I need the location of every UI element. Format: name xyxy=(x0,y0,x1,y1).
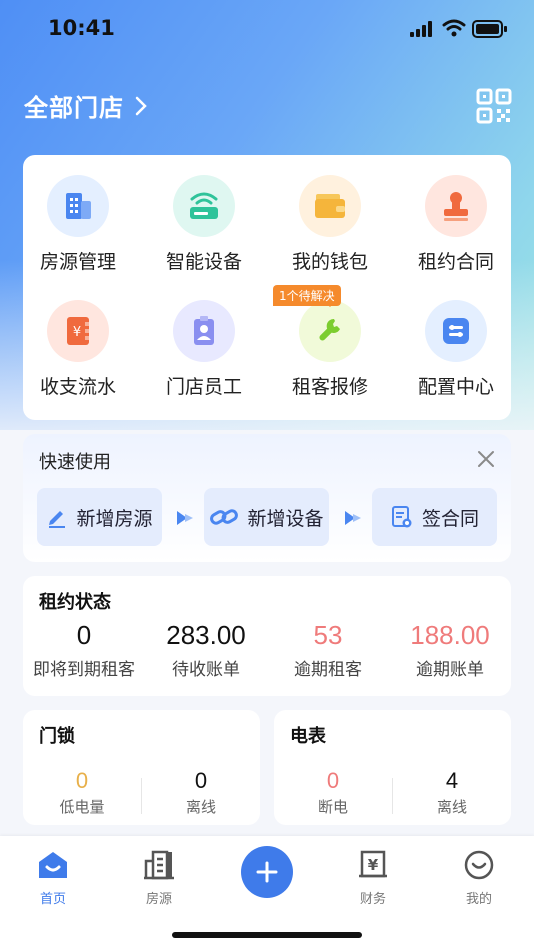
mini-value: 0 xyxy=(75,768,89,793)
badge-icon xyxy=(173,300,235,362)
svg-text:¥: ¥ xyxy=(73,325,81,340)
lease-status-title: 租约状态 xyxy=(39,592,111,613)
electric-meter-card[interactable]: 电表 0 断电 4 离线 xyxy=(274,710,511,825)
stat-label: 即将到期租客 xyxy=(33,660,135,680)
grid-item-lease-contract[interactable]: 租约合同 xyxy=(401,175,511,274)
wifi-icon xyxy=(442,19,466,37)
add-device-button[interactable]: 新增设备 xyxy=(204,488,329,546)
function-grid: 房源管理 智能设备 我的钱包 租约合同 ¥ 收支流水 门店员工 租客报修 配置中… xyxy=(23,155,511,420)
tab-finance[interactable]: ¥ 财务 xyxy=(328,848,418,907)
plus-icon xyxy=(256,861,278,883)
stat-label: 待收账单 xyxy=(172,660,240,680)
home-indicator xyxy=(172,932,362,938)
meter-power-off[interactable]: 0 断电 xyxy=(274,768,392,817)
tab-mine[interactable]: 我的 xyxy=(434,848,524,907)
finance-icon: ¥ xyxy=(359,850,387,878)
cellular-signal-icon xyxy=(410,21,432,37)
stat-pending-bills[interactable]: 283.00 待收账单 xyxy=(145,620,267,680)
settings-icon xyxy=(425,300,487,362)
wallet-icon xyxy=(299,175,361,237)
door-lock-title: 门锁 xyxy=(39,726,75,747)
edit-icon xyxy=(49,511,66,528)
store-selector[interactable]: 全部门店 xyxy=(24,88,148,123)
grid-label: 我的钱包 xyxy=(291,251,368,273)
stat-overdue-bills[interactable]: 188.00 逾期账单 xyxy=(389,620,511,680)
stat-value: 0 xyxy=(76,620,92,650)
building-icon xyxy=(47,175,109,237)
lock-offline[interactable]: 0 离线 xyxy=(142,768,260,817)
link-icon xyxy=(210,509,239,525)
grid-item-wallet[interactable]: 我的钱包 xyxy=(275,175,385,274)
status-bar: 10:41 xyxy=(0,0,534,58)
grid-label: 租客报修 xyxy=(291,376,368,398)
add-property-button[interactable]: 新增房源 xyxy=(37,488,162,546)
stat-overdue-tenants[interactable]: 53 逾期租客 xyxy=(267,620,389,680)
mini-label: 离线 xyxy=(436,798,467,816)
svg-text:¥: ¥ xyxy=(368,856,379,874)
stat-label: 逾期租客 xyxy=(294,660,362,680)
lock-low-battery[interactable]: 0 低电量 xyxy=(23,768,141,817)
grid-item-smart-devices[interactable]: 智能设备 xyxy=(149,175,259,274)
door-lock-card[interactable]: 门锁 0 低电量 0 离线 xyxy=(23,710,260,825)
home-icon xyxy=(39,852,67,878)
arrow-right-icon xyxy=(345,511,361,525)
add-button[interactable] xyxy=(241,846,293,898)
badge-tail xyxy=(325,302,335,307)
grid-item-property-management[interactable]: 房源管理 xyxy=(23,175,133,274)
sign-contract-label: 签合同 xyxy=(421,507,479,530)
electric-meter-title: 电表 xyxy=(290,726,326,747)
arrow-right-icon xyxy=(177,511,193,525)
tab-label: 我的 xyxy=(465,892,492,907)
tab-property[interactable]: 房源 xyxy=(114,848,204,907)
grid-item-store-staff[interactable]: 门店员工 xyxy=(149,300,259,399)
stat-label: 逾期账单 xyxy=(416,660,484,680)
mini-value: 0 xyxy=(194,768,208,793)
add-device-label: 新增设备 xyxy=(247,507,324,530)
quick-use-title: 快速使用 xyxy=(39,452,111,473)
tab-label: 房源 xyxy=(145,892,172,907)
ledger-icon: ¥ xyxy=(47,300,109,362)
mini-label: 断电 xyxy=(317,798,348,816)
stat-value: 283.00 xyxy=(166,620,246,650)
grid-label: 收支流水 xyxy=(39,376,116,398)
grid-label: 配置中心 xyxy=(417,376,494,398)
lease-status-card: 租约状态 0 即将到期租客 283.00 待收账单 53 逾期租客 188.00… xyxy=(23,576,511,696)
profile-icon xyxy=(464,850,494,880)
tab-home[interactable]: 首页 xyxy=(8,848,98,907)
store-title: 全部门店 xyxy=(24,94,124,122)
meter-offline[interactable]: 4 离线 xyxy=(393,768,511,817)
grid-label: 智能设备 xyxy=(165,251,242,273)
contract-icon xyxy=(391,506,412,528)
add-property-label: 新增房源 xyxy=(76,507,153,530)
wrench-icon xyxy=(299,300,361,362)
tab-label: 财务 xyxy=(359,892,386,907)
mini-value: 0 xyxy=(326,768,340,793)
grid-label: 租约合同 xyxy=(417,251,494,273)
property-icon xyxy=(144,850,174,880)
tab-label: 首页 xyxy=(39,892,66,907)
battery-icon xyxy=(472,20,507,38)
router-icon xyxy=(173,175,235,237)
stat-value: 188.00 xyxy=(410,620,490,650)
quick-use-card: 快速使用 新增房源 新增设备 签合同 xyxy=(23,434,511,562)
chevron-right-icon xyxy=(135,96,147,115)
qr-code-icon[interactable] xyxy=(476,88,512,124)
mini-label: 离线 xyxy=(185,798,216,816)
mini-value: 4 xyxy=(445,768,459,793)
status-time: 10:41 xyxy=(48,16,115,40)
stamp-icon xyxy=(425,175,487,237)
grid-item-tenant-repair[interactable]: 租客报修 xyxy=(275,300,385,399)
stat-expiring-tenants[interactable]: 0 即将到期租客 xyxy=(23,620,145,680)
grid-item-cash-flow[interactable]: ¥ 收支流水 xyxy=(23,300,133,399)
grid-label: 房源管理 xyxy=(39,251,116,273)
stat-value: 53 xyxy=(313,620,343,650)
mini-label: 低电量 xyxy=(59,798,105,816)
grid-item-config-center[interactable]: 配置中心 xyxy=(401,300,511,399)
grid-label: 门店员工 xyxy=(165,376,242,398)
sign-contract-button[interactable]: 签合同 xyxy=(372,488,497,546)
close-icon[interactable] xyxy=(477,450,495,468)
